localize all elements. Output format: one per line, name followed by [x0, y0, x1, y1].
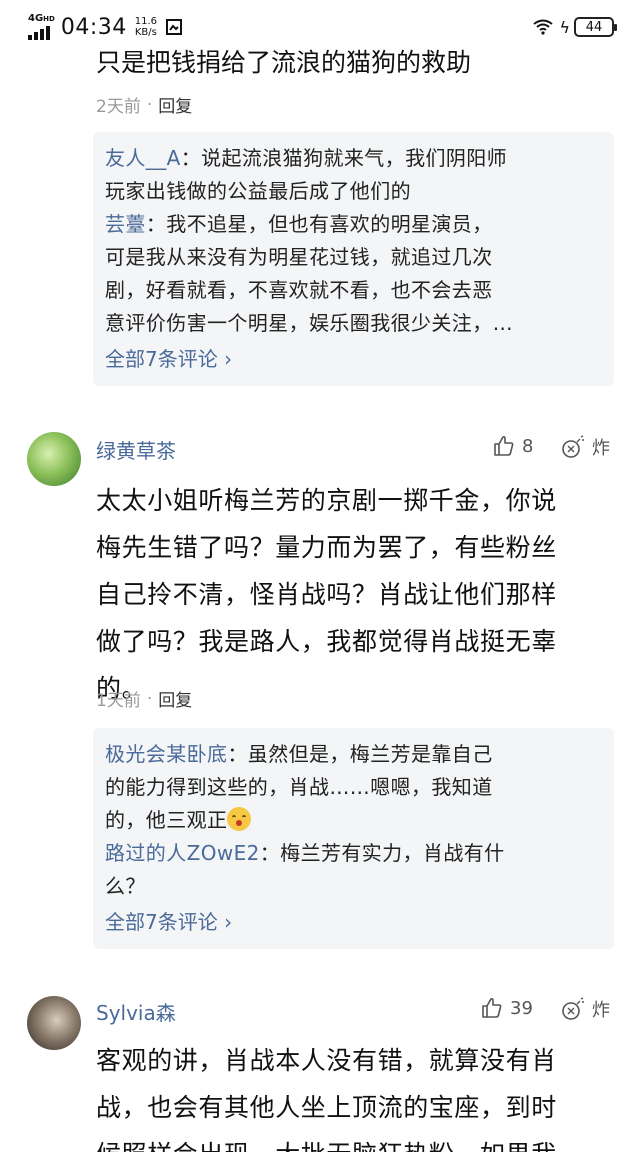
reply-line: 的，他三观正 — [105, 804, 602, 837]
view-all-replies-link[interactable]: 全部7条评论 › — [105, 342, 602, 376]
reply-author[interactable]: 友人__A — [105, 146, 181, 170]
reply-text: 意评价伤害一个明星，娱乐圈我很少关注，… — [105, 311, 513, 335]
reply-text: ：虽然但是，梅兰芳是靠自己 — [227, 742, 493, 766]
speed-value: 11.6 — [134, 16, 158, 27]
battery-icon: 44 — [574, 17, 617, 37]
reply-author[interactable]: 极光会某卧底 — [105, 742, 227, 766]
bomb-icon — [562, 435, 584, 458]
meta-separator: · — [146, 94, 153, 115]
truncated-comment-text: 只是把钱捐给了流浪的猫狗的救助 — [96, 48, 472, 74]
reply-text: 的，他三观正 — [105, 808, 228, 832]
speed-unit: KB/s — [134, 27, 157, 38]
comment-username[interactable]: Sylvia森 — [96, 997, 176, 1026]
bomb-button[interactable]: 炸 — [560, 996, 610, 1022]
reply-line: 友人__A：说起流浪猫狗就来气，我们阴阳师 — [105, 142, 602, 175]
reply-line: 玩家出钱做的公益最后成了他们的 — [105, 175, 602, 208]
network-sup: HD — [43, 15, 55, 23]
avatar[interactable] — [27, 432, 81, 486]
flushed-face-emoji-icon — [227, 807, 252, 831]
bomb-label: 炸 — [592, 1000, 610, 1021]
network-indicator: 4GHD — [28, 14, 55, 40]
bomb-icon — [562, 997, 584, 1020]
thumbs-up-icon — [494, 435, 514, 456]
reply-line: 剧，好看就看，不喜欢就不看，也不会去恶 — [105, 274, 602, 307]
reply-text: 玩家出钱做的公益最后成了他们的 — [105, 179, 411, 203]
comment-time: 2天前 — [96, 97, 141, 117]
reply-text: ：说起流浪猫狗就来气，我们阴阳师 — [180, 146, 508, 170]
reply-author[interactable]: 路过的人ZOwE2 — [105, 841, 260, 865]
meta-separator: · — [146, 688, 153, 709]
reply-line: 么？ — [105, 870, 602, 903]
avatar[interactable] — [27, 996, 81, 1050]
comment-line: 战，也会有其他人坐上顶流的宝座，到时 — [96, 1093, 557, 1122]
comment-meta: 1天前 · 回复 — [96, 686, 192, 712]
signal-icon — [28, 26, 52, 40]
network-speed: 11.6 KB/s — [135, 16, 157, 38]
like-button[interactable]: 8 — [492, 434, 533, 458]
comment-body: 客观的讲，肖战本人没有错，就算没有肖 战，也会有其他人坐上顶流的宝座，到时 候照… — [96, 1037, 616, 1152]
comment-line: 梅先生错了吗？量力而为罢了，有些粉丝 — [96, 533, 557, 562]
reply-line: 芸薹：我不追星，但也有喜欢的明星演员， — [105, 208, 602, 241]
reply-line: 路过的人ZOwE2：梅兰芳有实力，肖战有什 — [105, 837, 602, 870]
network-type: 4G — [28, 13, 44, 24]
comment-meta: 2天前 · 回复 — [96, 92, 192, 118]
clock: 04:34 — [60, 14, 127, 40]
reply-line: 可是我从来没有为明星花过钱，就追过几次 — [105, 241, 602, 274]
reply-text: 么？ — [105, 874, 146, 898]
like-count: 39 — [510, 997, 533, 1019]
reply-line: 意评价伤害一个明星，娱乐圈我很少关注，… — [105, 307, 602, 340]
wifi-icon — [533, 19, 554, 35]
comment-line: 客观的讲，肖战本人没有错，就算没有肖 — [96, 1046, 557, 1075]
reply-line: 极光会某卧底：虽然但是，梅兰芳是靠自己 — [105, 738, 602, 771]
reply-button[interactable]: 回复 — [158, 92, 192, 117]
comment-line: 候照样会出现一大批无脑狂热粉。如果我 — [96, 1131, 616, 1152]
view-all-replies-link[interactable]: 全部7条评论 › — [105, 905, 602, 939]
reply-line: 的能力得到这些的，肖战……嗯嗯，我知道 — [105, 771, 602, 804]
reply-text: 的能力得到这些的，肖战……嗯嗯，我知道 — [105, 775, 493, 799]
charging-icon: ϟ — [559, 17, 570, 37]
screenshot-icon — [166, 19, 183, 35]
reply-text: ：梅兰芳有实力，肖战有什 — [259, 841, 505, 865]
like-button[interactable]: 39 — [480, 996, 533, 1020]
status-left: 4GHD 04:34 11.6 KB/s — [28, 14, 183, 40]
bomb-label: 炸 — [592, 438, 610, 459]
reply-text: 可是我从来没有为明星花过钱，就追过几次 — [105, 245, 493, 269]
thumbs-up-icon — [482, 997, 502, 1018]
battery-level: 44 — [585, 19, 603, 35]
reply-thread: 友人__A：说起流浪猫狗就来气，我们阴阳师 玩家出钱做的公益最后成了他们的 芸薹… — [93, 132, 614, 386]
bomb-button[interactable]: 炸 — [560, 434, 610, 460]
like-count: 8 — [522, 435, 534, 457]
reply-author[interactable]: 芸薹 — [105, 212, 146, 236]
reply-button[interactable]: 回复 — [158, 686, 192, 711]
comment-line: 太太小姐听梅兰芳的京剧一掷千金，你说 — [96, 486, 557, 515]
reply-text: 剧，好看就看，不喜欢就不看，也不会去恶 — [105, 278, 493, 302]
comment-time: 1天前 — [96, 691, 141, 711]
comment-username[interactable]: 绿黄草茶 — [96, 435, 176, 464]
comment-line: 做了吗？我是路人，我都觉得肖战挺无辜 — [96, 627, 557, 656]
reply-text: ：我不追星，但也有喜欢的明星演员， — [145, 212, 493, 236]
status-right: ϟ 44 — [533, 17, 617, 37]
comment-body: 太太小姐听梅兰芳的京剧一掷千金，你说 梅先生错了吗？量力而为罢了，有些粉丝 自己… — [96, 477, 616, 712]
comment-line: 自己拎不清，怪肖战吗？肖战让他们那样 — [96, 580, 557, 609]
reply-thread: 极光会某卧底：虽然但是，梅兰芳是靠自己 的能力得到这些的，肖战……嗯嗯，我知道 … — [93, 728, 614, 949]
